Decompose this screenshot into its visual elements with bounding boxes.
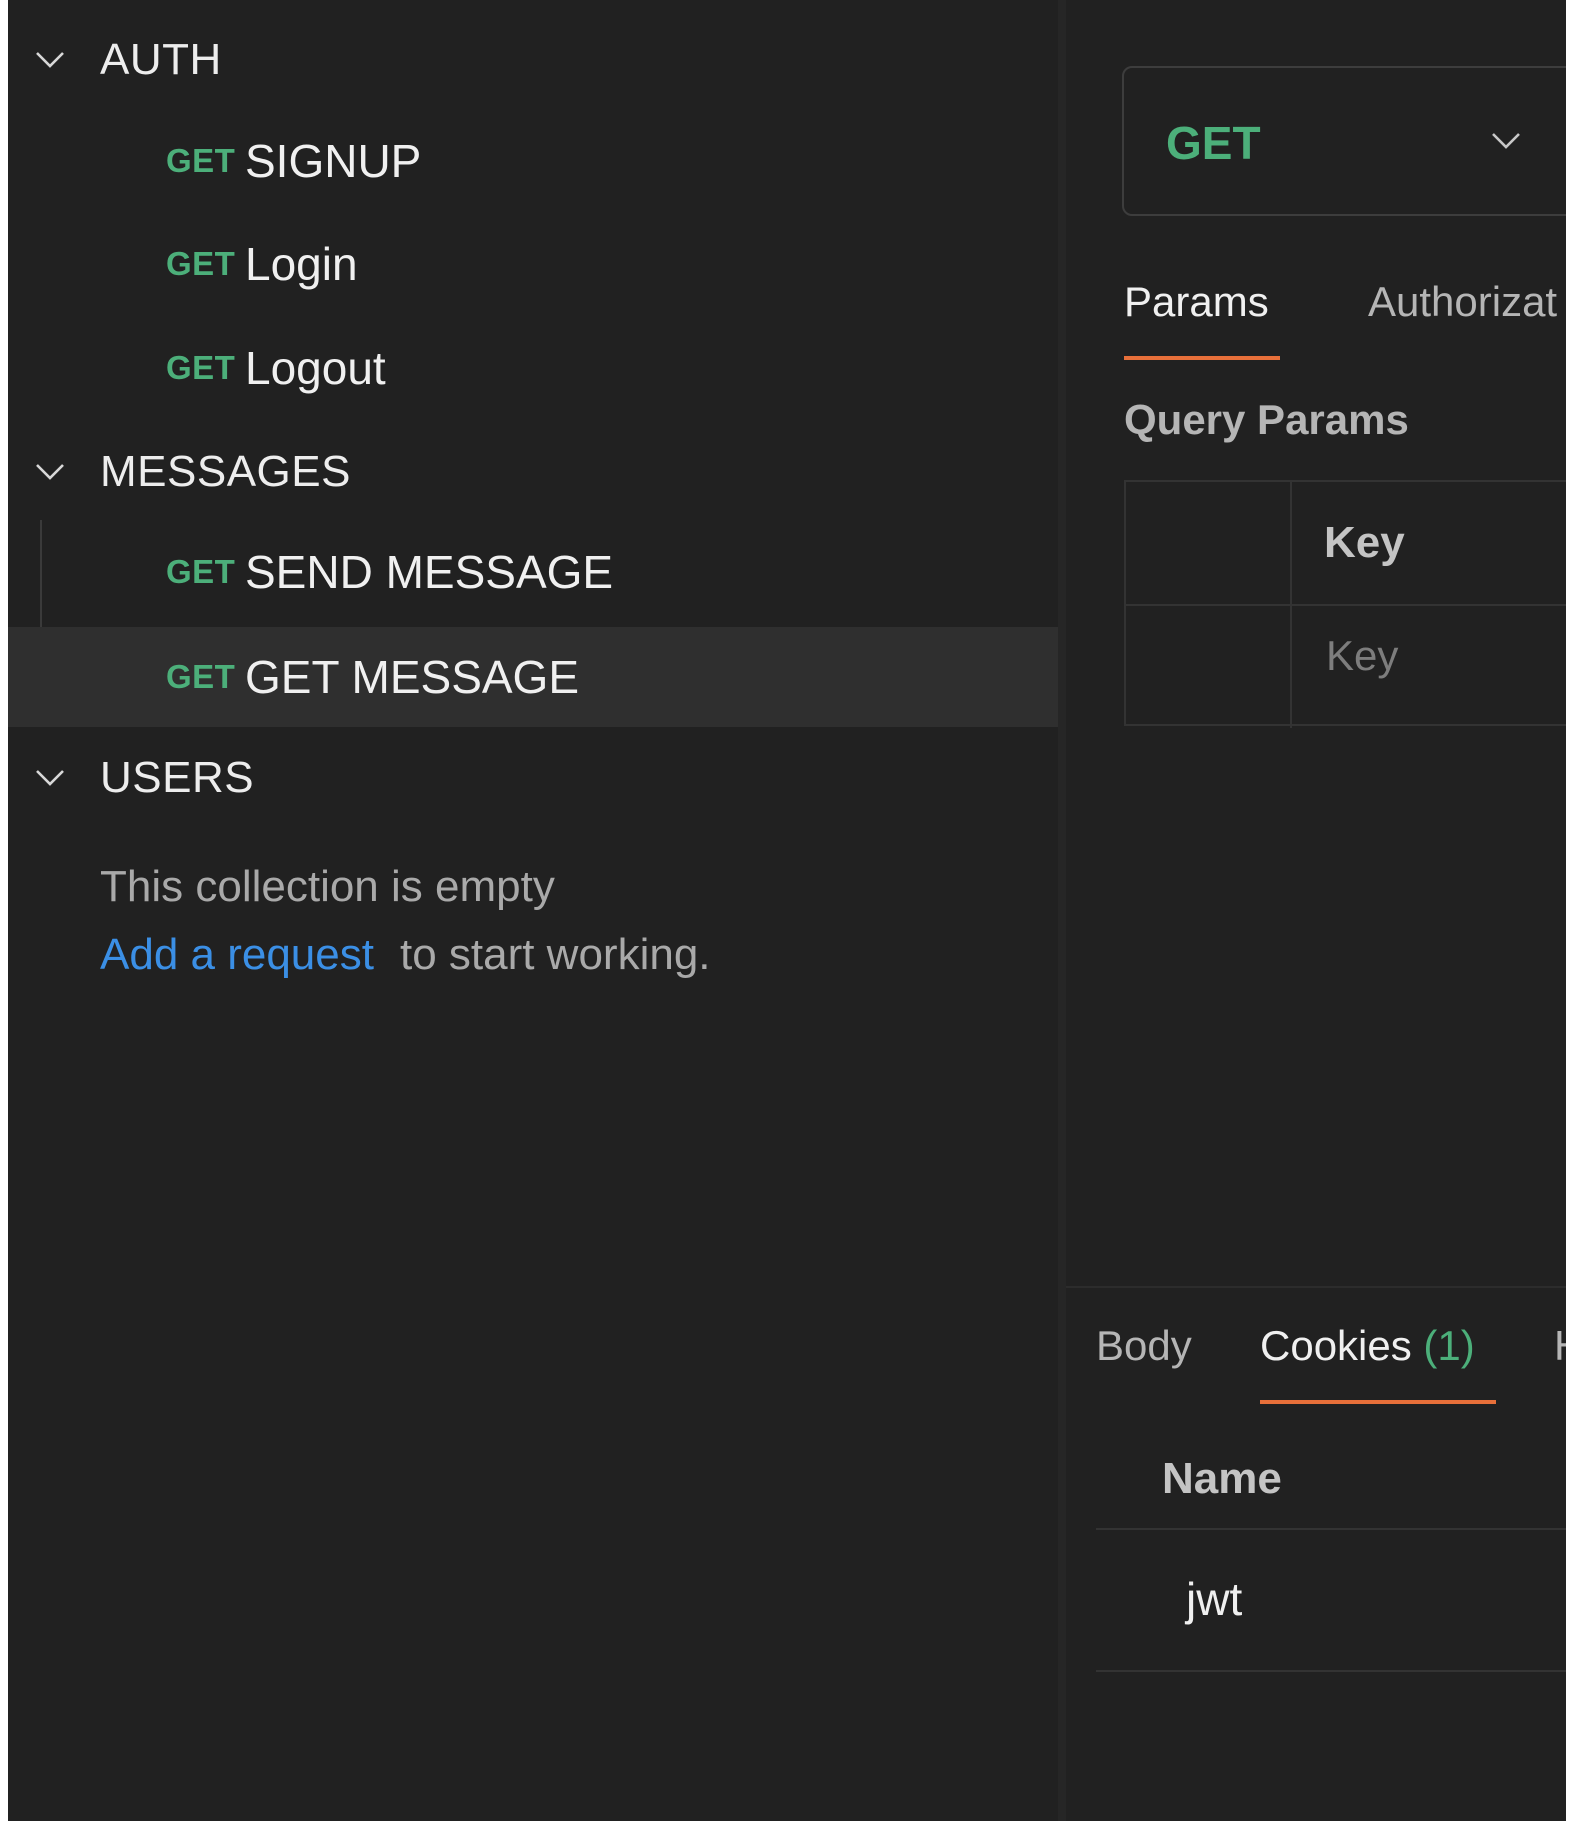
request-name: SIGNUP: [245, 135, 422, 187]
app-window: AUTH GET SIGNUP GET Login GET Logout MES…: [0, 0, 1573, 1821]
empty-collection-message: This collection is empty: [100, 862, 555, 911]
chevron-down-icon: [1486, 120, 1526, 160]
method-select[interactable]: GET: [1122, 66, 1566, 216]
request-item-get-message[interactable]: GET GET MESSAGE: [8, 627, 1060, 727]
tab-body[interactable]: Body: [1096, 1322, 1192, 1370]
chevron-down-icon[interactable]: [30, 40, 70, 80]
request-item-login[interactable]: GET Login: [8, 214, 1060, 314]
method-badge: GET: [166, 245, 236, 282]
active-tab-indicator: [1124, 356, 1280, 360]
active-tab-indicator: [1260, 1400, 1496, 1404]
request-item-signup[interactable]: GET SIGNUP: [8, 111, 1060, 211]
response-divider[interactable]: [1066, 1286, 1566, 1288]
tab-authorization[interactable]: Authorizat: [1368, 278, 1557, 326]
method-select-value: GET: [1166, 117, 1261, 169]
table-divider: [1290, 482, 1292, 728]
chevron-down-icon[interactable]: [30, 758, 70, 798]
tab-headers[interactable]: H: [1554, 1322, 1566, 1370]
cookie-name-cell: jwt: [1186, 1573, 1243, 1625]
folder-users[interactable]: USERS: [8, 748, 1066, 808]
request-item-send-message[interactable]: GET SEND MESSAGE: [8, 522, 1060, 622]
table-divider: [1096, 1670, 1566, 1672]
collections-sidebar: AUTH GET SIGNUP GET Login GET Logout MES…: [8, 0, 1066, 1821]
folder-label-users: USERS: [100, 753, 255, 802]
method-badge: GET: [166, 658, 236, 695]
right-border: [1566, 0, 1573, 1821]
folder-label-auth: AUTH: [100, 35, 222, 84]
request-item-logout[interactable]: GET Logout: [8, 318, 1060, 418]
request-name: Login: [245, 238, 358, 290]
table-divider: [1126, 604, 1566, 606]
tab-cookies[interactable]: Cookies (1): [1260, 1322, 1475, 1370]
method-badge: GET: [166, 553, 236, 590]
table-divider: [1096, 1528, 1566, 1530]
method-badge: GET: [166, 142, 236, 179]
tab-params[interactable]: Params: [1124, 278, 1269, 326]
chevron-down-icon[interactable]: [30, 452, 70, 492]
pane-divider[interactable]: [1058, 0, 1066, 1821]
folder-auth[interactable]: AUTH: [8, 30, 1066, 90]
request-name: Logout: [245, 342, 386, 394]
method-badge: GET: [166, 349, 236, 386]
left-border: [0, 0, 8, 1821]
add-request-suffix: to start working.: [399, 930, 711, 979]
add-request-link[interactable]: Add a request: [100, 930, 374, 979]
column-header-key: Key: [1324, 518, 1405, 567]
folder-label-messages: MESSAGES: [100, 447, 351, 496]
request-pane: GET Params Authorizat Query Params Key B…: [1066, 0, 1566, 1821]
tab-cookies-label: Cookies: [1260, 1322, 1412, 1369]
folder-messages[interactable]: MESSAGES: [8, 442, 1066, 502]
empty-collection-hint: Add a request to start working.: [100, 930, 711, 980]
request-name: SEND MESSAGE: [245, 546, 614, 598]
cookies-count: (1): [1423, 1322, 1475, 1369]
key-input[interactable]: [1326, 632, 1566, 680]
query-params-table: Key: [1124, 480, 1566, 728]
query-params-title: Query Params: [1124, 396, 1409, 443]
request-name: GET MESSAGE: [245, 651, 580, 703]
column-header-name: Name: [1162, 1454, 1282, 1503]
